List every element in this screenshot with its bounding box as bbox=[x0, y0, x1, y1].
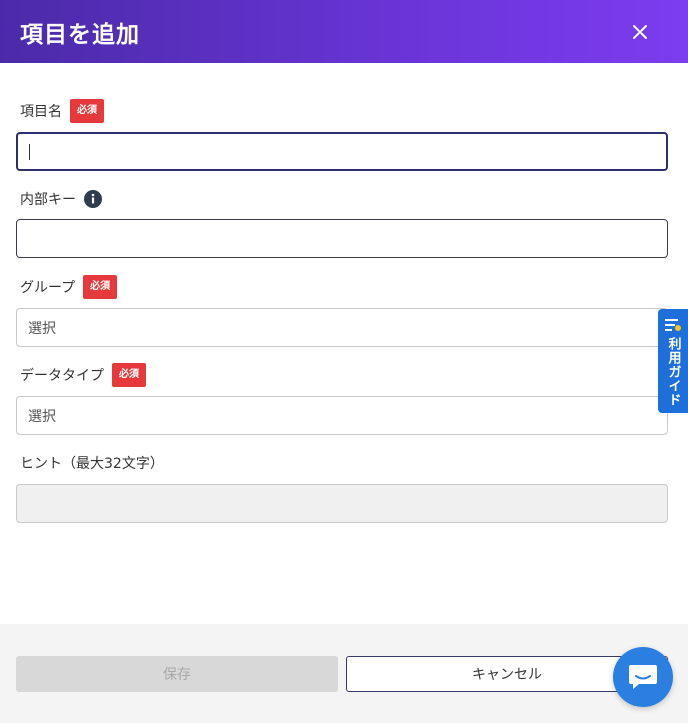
save-button: 保存 bbox=[16, 656, 338, 692]
add-item-modal: 項目を追加 項目名 必須 内部キー グループ 必須 選択 データタイプ 必須 選… bbox=[0, 0, 688, 723]
usage-guide-tab[interactable]: 利用ガイド bbox=[658, 309, 688, 413]
item-name-label: 項目名 bbox=[20, 104, 62, 120]
hint-input bbox=[16, 484, 668, 523]
info-icon[interactable] bbox=[84, 190, 102, 208]
hint-label: ヒント（最大32文字） bbox=[20, 456, 164, 472]
internal-key-input[interactable] bbox=[16, 219, 668, 258]
data-type-select[interactable]: 選択 bbox=[16, 396, 668, 435]
chat-button[interactable] bbox=[613, 647, 673, 707]
required-badge: 必須 bbox=[83, 275, 118, 299]
data-type-select-placeholder: 選択 bbox=[28, 408, 56, 425]
guide-list-icon bbox=[665, 319, 681, 331]
usage-guide-label: 利用ガイド bbox=[665, 337, 681, 407]
group-select-placeholder: 選択 bbox=[28, 320, 56, 337]
group-select[interactable]: 選択 bbox=[16, 308, 668, 347]
internal-key-label: 内部キー bbox=[20, 192, 76, 208]
group-label: グループ bbox=[20, 280, 76, 296]
data-type-label: データタイプ bbox=[20, 368, 104, 384]
internal-key-label-row: 内部キー bbox=[20, 186, 102, 212]
required-badge: 必須 bbox=[70, 99, 104, 123]
text-caret bbox=[29, 143, 30, 160]
data-type-label-row: データタイプ 必須 bbox=[20, 362, 146, 388]
chat-bubble-icon bbox=[629, 665, 657, 689]
hint-label-row: ヒント（最大32文字） bbox=[20, 450, 164, 476]
item-name-label-row: 項目名 必須 bbox=[20, 98, 104, 124]
required-badge: 必須 bbox=[112, 363, 146, 387]
modal-header: 項目を追加 bbox=[0, 0, 688, 63]
group-label-row: グループ 必須 bbox=[20, 274, 118, 300]
close-icon bbox=[633, 25, 647, 39]
item-name-input[interactable] bbox=[16, 132, 668, 171]
close-button[interactable] bbox=[626, 18, 654, 46]
modal-title: 項目を追加 bbox=[20, 21, 140, 48]
